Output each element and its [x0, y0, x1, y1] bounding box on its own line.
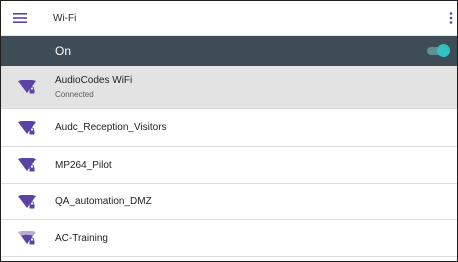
network-status: Connected	[55, 90, 94, 99]
wifi-settings-screen: Wi-Fi On AudioCodes WiFi Connected Audc_…	[0, 0, 458, 262]
app-bar: Wi-Fi	[1, 1, 457, 36]
network-item-ac-training[interactable]: AC-Training	[1, 220, 457, 257]
overflow-menu-button[interactable]	[449, 11, 453, 29]
page-title: Wi-Fi	[53, 12, 77, 24]
network-text: AudioCodes WiFi Connected	[55, 75, 132, 99]
network-name: QA_automation_DMZ	[55, 196, 152, 207]
network-name: AudioCodes WiFi	[55, 75, 133, 86]
network-item-qa-automation-dmz[interactable]: QA_automation_DMZ	[1, 184, 457, 220]
wifi-master-switch-bar[interactable]: On	[1, 36, 457, 66]
network-name: Audc_Reception_Visitors	[55, 122, 167, 133]
wifi-secure-partial-icon	[18, 231, 36, 245]
network-name: AC-Training	[55, 232, 108, 244]
network-item-audc-reception-visitors[interactable]: Audc_Reception_Visitors	[1, 109, 457, 147]
wifi-secure-full-icon	[18, 120, 36, 134]
more-vert-icon	[449, 12, 453, 24]
wifi-secure-full-icon	[18, 194, 36, 208]
network-item-audiocodes-wifi[interactable]: AudioCodes WiFi Connected	[1, 66, 457, 109]
wifi-toggle-switch[interactable]	[427, 44, 450, 57]
hamburger-menu-icon	[13, 13, 27, 23]
menu-button[interactable]	[5, 1, 35, 35]
wifi-switch-label: On	[55, 44, 72, 58]
wifi-secure-full-icon	[18, 158, 36, 172]
switch-thumb	[437, 44, 450, 57]
network-item-mp264-pilot[interactable]: MP264_Pilot	[1, 147, 457, 184]
wifi-secure-full-icon	[18, 80, 36, 94]
network-name: MP264_Pilot	[55, 159, 112, 171]
